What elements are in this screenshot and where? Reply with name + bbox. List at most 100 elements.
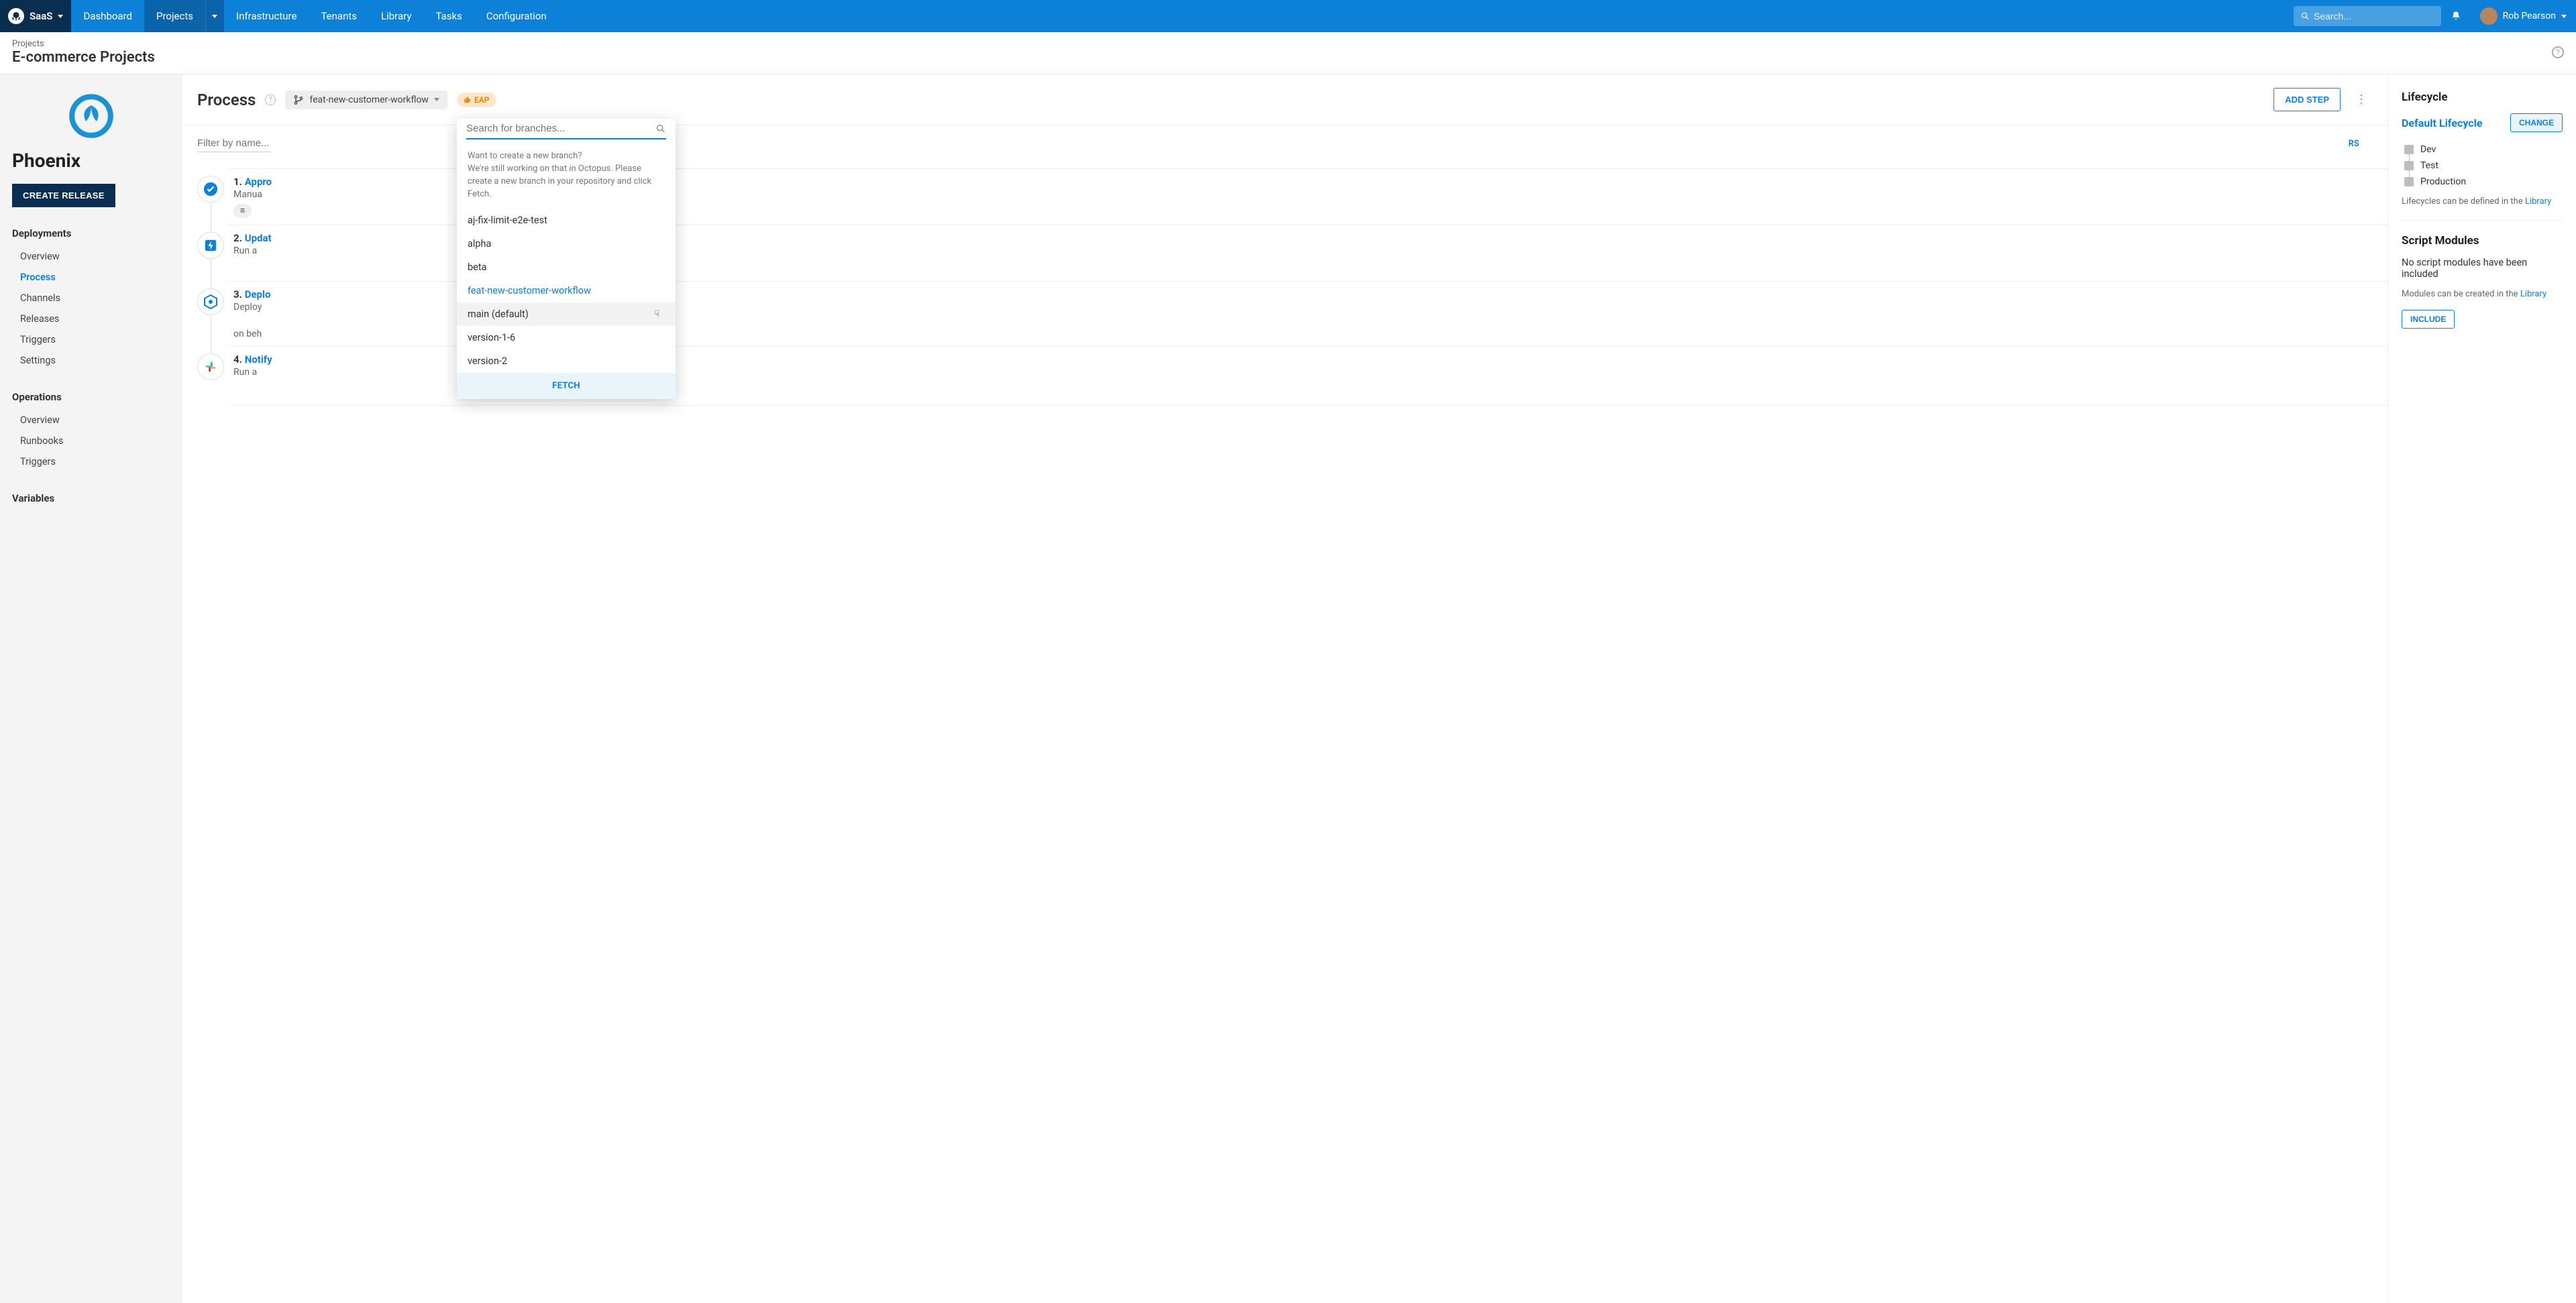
process-header: Process ? feat-new-customer-workflow EAP… bbox=[182, 74, 2387, 125]
nav-configuration[interactable]: Configuration bbox=[474, 0, 559, 32]
branch-item[interactable]: alpha bbox=[457, 232, 676, 256]
branch-item[interactable]: aj-fix-limit-e2e-test bbox=[457, 209, 676, 232]
lifecycle-link[interactable]: Default Lifecycle bbox=[2402, 117, 2482, 129]
script-modules-empty: No script modules have been included bbox=[2402, 257, 2563, 280]
nav-infrastructure[interactable]: Infrastructure bbox=[224, 0, 309, 32]
space-switcher[interactable]: SaaS bbox=[0, 0, 71, 32]
sidebar-item-process[interactable]: Process bbox=[12, 267, 170, 288]
step-icon-check bbox=[197, 176, 224, 203]
library-link[interactable]: Library bbox=[2525, 196, 2551, 207]
nav-tenants[interactable]: Tenants bbox=[309, 0, 369, 32]
branch-search-wrapper bbox=[466, 119, 666, 139]
help-icon[interactable]: ? bbox=[265, 95, 276, 105]
octopus-logo-icon bbox=[8, 8, 24, 24]
thumbs-up-icon bbox=[464, 96, 472, 104]
environment-list: Dev Test Production bbox=[2404, 144, 2563, 187]
chevron-down-icon bbox=[2561, 15, 2567, 18]
step-name: Notify bbox=[245, 353, 272, 365]
project-logo bbox=[12, 89, 170, 143]
search-icon bbox=[2300, 11, 2310, 21]
env-square-icon bbox=[2404, 161, 2414, 170]
overflow-menu[interactable]: ⋮ bbox=[2350, 93, 2373, 107]
nav-tasks[interactable]: Tasks bbox=[423, 0, 474, 32]
include-button[interactable]: INCLUDE bbox=[2402, 310, 2455, 329]
cursor-icon: ☟ bbox=[654, 309, 659, 319]
sidebar-item-triggers[interactable]: Triggers bbox=[12, 329, 170, 350]
sidebar-section-variables[interactable]: Variables bbox=[12, 492, 170, 504]
chevron-down-icon bbox=[434, 98, 439, 101]
nav-dashboard[interactable]: Dashboard bbox=[71, 0, 144, 32]
phoenix-logo-icon bbox=[64, 89, 118, 143]
bell-icon bbox=[2451, 11, 2461, 21]
env-item: Dev bbox=[2404, 144, 2563, 155]
branch-icon bbox=[293, 95, 304, 105]
create-release-button[interactable]: CREATE RELEASE bbox=[12, 184, 115, 207]
top-nav: SaaS Dashboard Projects Infrastructure T… bbox=[0, 0, 2576, 32]
step-target-pill: ≡ bbox=[233, 204, 252, 218]
branch-search-input[interactable] bbox=[466, 123, 655, 134]
step-name: Updat bbox=[245, 232, 272, 244]
step-icon-slack bbox=[197, 353, 224, 380]
lifecycle-note: Lifecycles can be defined in the Library bbox=[2402, 196, 2563, 207]
eap-badge[interactable]: EAP bbox=[457, 93, 496, 107]
branch-selector[interactable]: feat-new-customer-workflow bbox=[285, 91, 447, 109]
filter-input[interactable] bbox=[197, 135, 271, 152]
fetch-button[interactable]: FETCH bbox=[457, 373, 676, 399]
step-icon-kubernetes bbox=[197, 288, 224, 315]
add-step-button[interactable]: ADD STEP bbox=[2273, 88, 2341, 111]
space-name: SaaS bbox=[30, 10, 52, 22]
branch-info: Want to create a new branch? We're still… bbox=[457, 146, 676, 209]
branch-name: feat-new-customer-workflow bbox=[309, 95, 429, 105]
sidebar-section-operations: Operations bbox=[12, 391, 170, 403]
env-item: Production bbox=[2404, 176, 2563, 187]
chevron-down-icon bbox=[58, 15, 63, 18]
breadcrumb[interactable]: Projects bbox=[12, 39, 2552, 49]
main-content: Process ? feat-new-customer-workflow EAP… bbox=[182, 74, 2576, 1303]
nav-projects-chevron[interactable] bbox=[205, 0, 224, 32]
project-name: Phoenix bbox=[12, 150, 170, 172]
nav-library[interactable]: Library bbox=[369, 0, 423, 32]
script-modules-heading: Script Modules bbox=[2402, 234, 2563, 247]
sidebar-section-deployments: Deployments bbox=[12, 227, 170, 239]
sidebar-item-ops-overview[interactable]: Overview bbox=[12, 410, 170, 431]
branch-item[interactable]: beta bbox=[457, 256, 676, 279]
step-icon-bolt bbox=[197, 232, 224, 259]
branch-item[interactable]: version-2 bbox=[457, 349, 676, 373]
sidebar-item-releases[interactable]: Releases bbox=[12, 308, 170, 329]
sidebar-item-overview[interactable]: Overview bbox=[12, 246, 170, 267]
global-search[interactable] bbox=[2294, 6, 2441, 26]
page-title: E-commerce Projects bbox=[12, 49, 2552, 66]
branch-item-hovered[interactable]: main (default) ☟ bbox=[457, 302, 676, 326]
page-header: Projects E-commerce Projects ? bbox=[0, 32, 2576, 74]
step-name: Appro bbox=[245, 176, 272, 188]
global-search-input[interactable] bbox=[2314, 11, 2434, 21]
lifecycle-heading: Lifecycle bbox=[2402, 91, 2563, 104]
script-modules-note: Modules can be created in the Library bbox=[2402, 289, 2563, 299]
env-square-icon bbox=[2404, 177, 2414, 186]
library-link[interactable]: Library bbox=[2520, 289, 2546, 299]
sidebar-item-settings[interactable]: Settings bbox=[12, 350, 170, 371]
user-menu[interactable]: Rob Pearson bbox=[2471, 7, 2576, 25]
bolt-icon bbox=[203, 238, 218, 253]
branch-dropdown: Want to create a new branch? We're still… bbox=[457, 119, 676, 399]
sidebar-item-channels[interactable]: Channels bbox=[12, 288, 170, 308]
step-name: Deplo bbox=[245, 288, 271, 300]
chevron-down-icon bbox=[212, 15, 217, 18]
nav-projects[interactable]: Projects bbox=[144, 0, 205, 32]
branch-item[interactable]: version-1-6 bbox=[457, 326, 676, 349]
process-title: Process bbox=[197, 91, 256, 109]
notifications-button[interactable] bbox=[2441, 11, 2471, 21]
sidebar-item-ops-triggers[interactable]: Triggers bbox=[12, 451, 170, 472]
kubernetes-icon bbox=[203, 294, 219, 310]
env-item: Test bbox=[2404, 160, 2563, 171]
filters-link[interactable]: RS bbox=[2349, 139, 2359, 149]
branch-item-selected[interactable]: feat-new-customer-workflow bbox=[457, 279, 676, 302]
avatar bbox=[2480, 7, 2498, 25]
user-name: Rob Pearson bbox=[2503, 11, 2556, 21]
env-square-icon bbox=[2404, 145, 2414, 154]
sidebar-item-runbooks[interactable]: Runbooks bbox=[12, 431, 170, 451]
change-lifecycle-button[interactable]: CHANGE bbox=[2510, 113, 2563, 132]
check-circle-icon bbox=[203, 182, 218, 196]
help-icon[interactable]: ? bbox=[2552, 46, 2564, 58]
right-sidebar: Lifecycle Default Lifecycle CHANGE Dev T… bbox=[2388, 74, 2576, 1303]
